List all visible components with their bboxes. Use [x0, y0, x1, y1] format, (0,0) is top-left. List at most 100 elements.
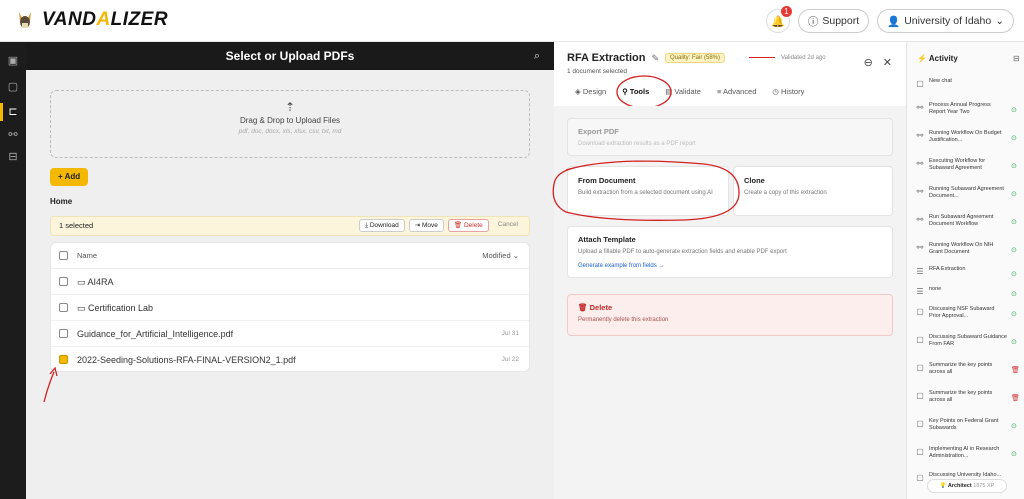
cancel-button[interactable]: Cancel [493, 219, 523, 232]
workflow-icon: ⚯ [916, 243, 924, 252]
upload-cloud-icon: ⇡ [284, 100, 296, 114]
check-circle-icon: ⊙ [1011, 107, 1017, 114]
row-checkbox[interactable] [59, 277, 68, 286]
clone-title: Clone [744, 176, 765, 185]
delete-extraction-card[interactable]: 🗑 Delete Permanently delete this extract… [567, 294, 893, 336]
tag-icon: ◈ [575, 87, 583, 96]
clone-desc: Create a copy of this extraction [744, 190, 827, 196]
close-icon[interactable]: ✕ [883, 56, 892, 69]
activity-item-label: Running Workflow On Budget Justification… [929, 130, 1002, 144]
active-nav-indicator [0, 103, 3, 121]
from-document-card[interactable]: From Document Build extraction from a se… [567, 166, 729, 216]
files-title: Select or Upload PDFs [225, 49, 355, 63]
workflow-icon: ⚯ [916, 215, 924, 224]
clone-card[interactable]: Clone Create a copy of this extraction [733, 166, 893, 216]
activity-item-label: Executing Workflow for Subaward Agreemen… [929, 158, 986, 172]
check-circle-icon: ⊙ [1011, 219, 1017, 226]
folder-icon[interactable]: ⊏ [6, 105, 20, 119]
move-button[interactable]: ⇥ Move [408, 219, 444, 232]
trash-icon: 🗑 [1011, 395, 1020, 402]
activity-item-label: Running Workflow On NIH Grant Document [929, 242, 994, 256]
from-document-desc: Build extraction from a selected documen… [578, 190, 713, 196]
tab-validate[interactable]: ▤ Validate [657, 84, 709, 100]
help-circle-icon: ⓘ [807, 15, 819, 28]
row-name: Certification Lab [88, 303, 154, 313]
add-button[interactable]: + Add [50, 168, 89, 186]
export-pdf-desc: Download extraction results as a PDF rep… [578, 141, 696, 147]
table-header: Name Modified ⌄ [51, 243, 529, 269]
activity-item-label: none [929, 286, 942, 292]
brand-name: VANDALIZER [42, 9, 169, 30]
activity-header: ⚡ Activity ⊟ [917, 54, 1020, 63]
table-row[interactable]: ▭ AI4RA [51, 269, 529, 295]
workflow-icon: ⚯ [916, 159, 924, 168]
delete-extraction-title: 🗑 Delete [578, 303, 613, 312]
activity-item-label: Discussing NSF Subaward Prior Approval..… [929, 306, 995, 320]
download-button[interactable]: ⤓ Download [359, 219, 405, 232]
row-checkbox[interactable] [59, 329, 68, 338]
export-pdf-card[interactable]: Export PDF Download extraction results a… [567, 118, 893, 156]
dropzone-types: pdf, doc, docx, xls, xlsx, csv, txt, md [238, 128, 342, 135]
notifications-button[interactable]: 🔔 1 [765, 6, 792, 33]
chat-icon[interactable]: ▢ [6, 80, 20, 94]
search-icon[interactable]: ⌕ [534, 42, 540, 70]
upload-dropzone[interactable]: ⇡ Drag & Drop to Upload Files pdf, doc, … [50, 90, 530, 158]
org-label: University of Idaho [904, 15, 992, 27]
from-document-title: From Document [578, 176, 636, 185]
selected-count: 1 selected [59, 221, 94, 230]
check-circle-icon: ⊙ [1011, 271, 1017, 278]
brand-logo[interactable]: VANDALIZER [16, 8, 168, 32]
select-all-checkbox[interactable] [59, 251, 68, 260]
user-icon: 👤 [887, 15, 901, 28]
workflow-icon: ⚯ [916, 131, 924, 140]
table-row[interactable]: Guidance_for_Artificial_Intelligence.pdf… [51, 321, 529, 347]
generate-example-link[interactable]: Generate example from fields → [578, 263, 882, 269]
extraction-editor: RFA Extraction ✎ Quality: Fair (58%) Val… [552, 42, 906, 499]
files-panel: Select or Upload PDFs ⌕ ⇡ Drag & Drop to… [26, 42, 554, 499]
row-modified: Jul 22 [501, 356, 519, 363]
row-checkbox[interactable] [59, 303, 68, 312]
edit-pencil-icon[interactable]: ✎ [651, 53, 659, 64]
check-circle-icon: ⊙ [1011, 247, 1017, 254]
workflow-icon[interactable]: ⚯ [6, 128, 20, 142]
collapse-panel-icon[interactable]: ⊟ [1013, 54, 1020, 63]
chat-icon: ▢ [916, 335, 924, 344]
column-name[interactable]: Name [77, 251, 97, 260]
tab-advanced[interactable]: ≡ Advanced [709, 84, 764, 100]
row-name: AI4RA [87, 277, 114, 287]
file-table: Name Modified ⌄ ▭ AI4RA ▭ Certification … [50, 242, 530, 372]
check-circle-icon: ⊙ [1011, 339, 1017, 346]
row-checkbox[interactable] [59, 355, 68, 364]
tab-tools[interactable]: ⚲ Tools [614, 84, 657, 100]
files-header: Select or Upload PDFs ⌕ [26, 42, 554, 70]
activity-item-label: Running Subaward Agreement Document... [929, 186, 1004, 200]
architect-badge[interactable]: 💡 Architect 1875 XP [927, 479, 1007, 493]
chevron-down-icon: ⌄ [995, 15, 1004, 27]
delete-button[interactable]: 🗑 Delete [447, 219, 489, 232]
trash-icon: 🗑 [453, 222, 464, 229]
extract-icon: ☰ [916, 267, 924, 276]
check-circle-icon: ⊙ [1011, 135, 1017, 142]
tools-panel: Export PDF Download extraction results a… [552, 106, 906, 499]
support-button[interactable]: ⓘ Support [797, 9, 870, 33]
book-icon[interactable]: ⊟ [6, 150, 20, 164]
check-circle-icon: ⊙ [1011, 423, 1017, 430]
lightbulb-icon: 💡 [939, 483, 948, 489]
tab-design[interactable]: ◈ Design [567, 84, 614, 100]
validated-status: Validated 2d ago [749, 55, 826, 61]
quality-badge: Quality: Fair (58%) [665, 53, 726, 63]
chat-icon: ▢ [916, 363, 924, 372]
org-selector[interactable]: 👤 University of Idaho ⌄ [877, 9, 1014, 33]
editor-title-row: RFA Extraction ✎ Quality: Fair (58%) Val… [567, 52, 826, 64]
export-pdf-title: Export PDF [578, 127, 619, 136]
table-row[interactable]: 2022-Seeding-Solutions-RFA-FINAL-VERSION… [51, 347, 529, 371]
link-icon[interactable]: ⊖ [864, 56, 873, 69]
viking-helmet-icon [19, 12, 31, 28]
attach-template-card[interactable]: Attach Template Upload a fillable PDF to… [567, 226, 893, 278]
trash-icon: 🗑 [1011, 367, 1020, 374]
table-row[interactable]: ▭ Certification Lab [51, 295, 529, 321]
column-modified[interactable]: Modified ⌄ [482, 243, 519, 269]
calendar-icon[interactable]: ▣ [6, 54, 20, 68]
bolt-icon: ⚡ [917, 54, 929, 63]
tab-history[interactable]: ◷ History [764, 84, 812, 100]
